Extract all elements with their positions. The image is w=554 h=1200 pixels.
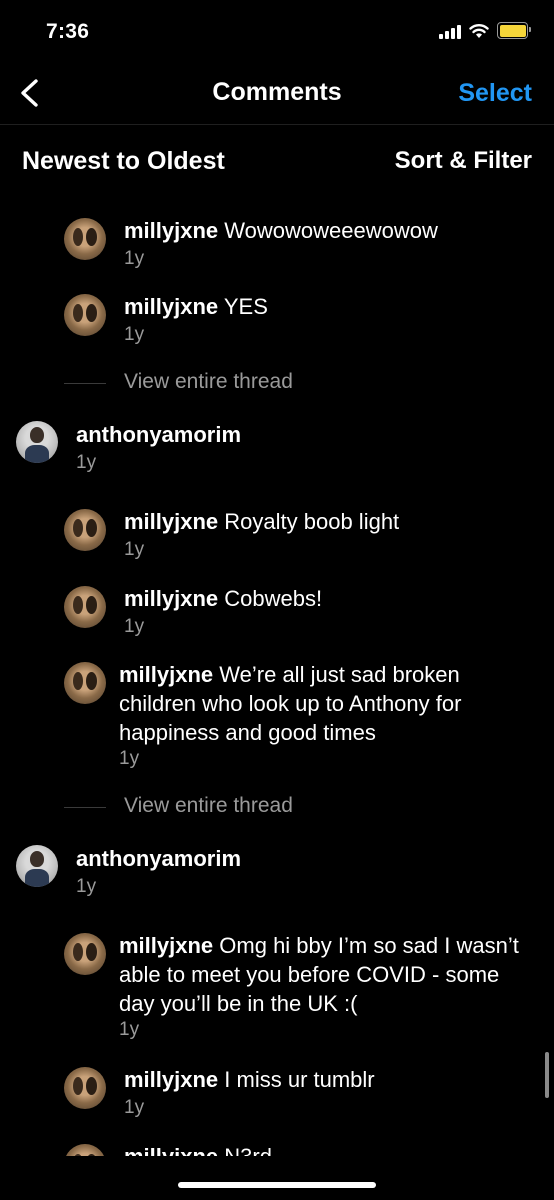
- comment-row[interactable]: millyjxne YES 1y: [0, 292, 554, 358]
- wifi-icon: [469, 23, 489, 38]
- comment-row[interactable]: millyjxne Royalty boob light 1y: [0, 507, 554, 573]
- comment-time: 1y: [119, 1019, 140, 1040]
- status-icons: [439, 22, 531, 39]
- comment-username[interactable]: millyjxne: [119, 662, 213, 687]
- comment-time: 1y: [124, 248, 145, 269]
- scrollbar[interactable]: [545, 1052, 549, 1098]
- comment-username[interactable]: millyjxne: [124, 586, 218, 611]
- avatar[interactable]: [64, 662, 106, 704]
- comment-username[interactable]: anthonyamorim: [76, 846, 241, 871]
- comment-row[interactable]: millyjxne Wowowoweeewowow 1y: [0, 216, 554, 282]
- comment-text: YES: [223, 294, 268, 319]
- comment-row[interactable]: millyjxne Omg hi bby I’m so sad I wasn’t…: [0, 931, 554, 1051]
- home-indicator[interactable]: [178, 1182, 376, 1188]
- avatar[interactable]: [64, 586, 106, 628]
- bottom-area: [0, 1156, 554, 1200]
- comment-row[interactable]: millyjxne I miss ur tumblr 1y: [0, 1065, 554, 1131]
- comments-list: millyjxne Wowowoweeewowow 1y millyjxne Y…: [0, 202, 554, 1156]
- comment-username[interactable]: millyjxne: [124, 218, 218, 243]
- view-thread-link[interactable]: View entire thread: [124, 794, 293, 818]
- avatar[interactable]: [64, 294, 106, 336]
- sort-filter-button[interactable]: Sort & Filter: [395, 147, 532, 175]
- comment-username[interactable]: millyjxne: [124, 509, 218, 534]
- comment-time: 1y: [76, 452, 97, 473]
- comment-username[interactable]: anthonyamorim: [76, 422, 241, 447]
- avatar[interactable]: [16, 845, 58, 887]
- comment-time: 1y: [124, 324, 145, 345]
- avatar[interactable]: [64, 218, 106, 260]
- comment-time: 1y: [124, 1097, 145, 1118]
- thread-divider: [64, 383, 106, 384]
- comment-username[interactable]: millyjxne: [124, 1144, 218, 1156]
- status-time: 7:36: [46, 20, 90, 43]
- avatar[interactable]: [64, 509, 106, 551]
- select-button[interactable]: Select: [458, 79, 532, 108]
- view-thread-link[interactable]: View entire thread: [124, 370, 293, 394]
- comment-text: Wowowoweeewowow: [224, 218, 438, 243]
- comment-username[interactable]: millyjxne: [119, 933, 213, 958]
- comment-username[interactable]: millyjxne: [124, 1067, 218, 1092]
- avatar[interactable]: [16, 421, 58, 463]
- comment-time: 1y: [124, 539, 145, 560]
- avatar[interactable]: [64, 1067, 106, 1109]
- view-thread-row[interactable]: View entire thread: [0, 794, 554, 824]
- comment-row[interactable]: anthonyamorim 1y: [0, 420, 554, 486]
- thread-divider: [64, 807, 106, 808]
- comment-row[interactable]: millyjxne N3rd: [0, 1142, 554, 1156]
- comment-username[interactable]: millyjxne: [124, 294, 218, 319]
- comment-time: 1y: [124, 616, 145, 637]
- comment-row[interactable]: millyjxne We’re all just sad broken chil…: [0, 660, 554, 780]
- comment-text: I miss ur tumblr: [224, 1067, 375, 1092]
- comment-row[interactable]: millyjxne Cobwebs! 1y: [0, 584, 554, 650]
- comment-text: Cobwebs!: [224, 586, 323, 611]
- avatar[interactable]: [64, 1144, 106, 1156]
- comment-time: 1y: [76, 876, 97, 897]
- comment-text: Royalty boob light: [224, 509, 400, 534]
- comment-row[interactable]: anthonyamorim 1y: [0, 844, 554, 910]
- battery-icon: [497, 22, 531, 39]
- view-thread-row[interactable]: View entire thread: [0, 370, 554, 400]
- cellular-signal-icon: [439, 23, 461, 39]
- status-bar: 7:36: [0, 0, 554, 64]
- sort-order-label: Newest to Oldest: [22, 147, 225, 175]
- sort-row: Newest to Oldest Sort & Filter: [0, 124, 554, 202]
- nav-bar: Comments Select: [0, 64, 554, 125]
- avatar[interactable]: [64, 933, 106, 975]
- comment-time: 1y: [119, 748, 140, 769]
- comment-text: N3rd: [224, 1144, 272, 1156]
